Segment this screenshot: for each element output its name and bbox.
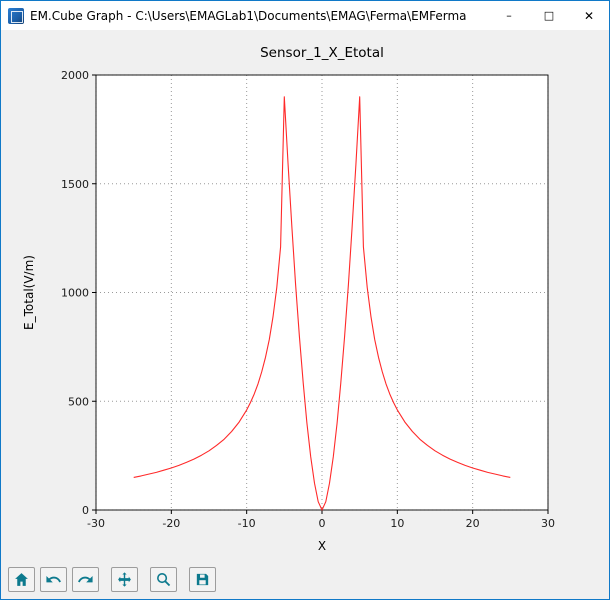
plot-toolbar <box>1 564 609 599</box>
chart-title: Sensor_1_X_Etotal <box>260 45 384 61</box>
tick-label-y: 0 <box>82 504 89 517</box>
home-icon <box>15 573 28 586</box>
x-axis-label: X <box>318 539 326 553</box>
plot-canvas[interactable]: -30 -20 -10 0 10 20 30 0 500 1000 1500 2000 Sensor_1… <box>1 30 609 564</box>
pan-move-icon <box>118 572 131 587</box>
figure-area: -30 -20 -10 0 10 20 30 0 500 1000 1500 2000 Sensor_1… <box>1 30 609 599</box>
save-button[interactable] <box>189 567 216 592</box>
forward-button[interactable] <box>72 567 99 592</box>
window-title: EM.Cube Graph - C:\Users\EMAGLab1\Docume… <box>30 8 467 23</box>
tick-label-x: 10 <box>390 517 404 530</box>
tick-label-x: 20 <box>466 517 480 530</box>
back-arrow-icon <box>46 575 61 583</box>
magnifier-icon <box>157 573 171 587</box>
zoom-button[interactable] <box>150 567 177 592</box>
y-axis-label: E_Total(V/m) <box>22 255 36 330</box>
forward-arrow-icon <box>78 575 93 583</box>
close-button[interactable]: ✕ <box>569 1 609 30</box>
tick-label-x: -10 <box>238 517 256 530</box>
tick-label-x: -30 <box>87 517 105 530</box>
back-button[interactable] <box>40 567 67 592</box>
tick-label-y: 1500 <box>61 178 89 191</box>
window-controls: – □ ✕ <box>489 1 609 30</box>
tick-label-x: 0 <box>319 517 326 530</box>
floppy-disk-icon <box>196 573 209 586</box>
app-icon <box>8 7 24 24</box>
tick-label-y: 500 <box>68 395 89 408</box>
tick-label-y: 2000 <box>61 69 89 82</box>
minimize-button[interactable]: – <box>489 1 529 30</box>
maximize-button[interactable]: □ <box>529 1 569 30</box>
tick-label-x: 30 <box>541 517 555 530</box>
tick-label-y: 1000 <box>61 287 89 300</box>
home-button[interactable] <box>8 567 35 592</box>
title-bar: EM.Cube Graph - C:\Users\EMAGLab1\Docume… <box>1 1 609 30</box>
tick-label-x: -20 <box>162 517 180 530</box>
app-window: EM.Cube Graph - C:\Users\EMAGLab1\Docume… <box>0 0 610 600</box>
pan-button[interactable] <box>111 567 138 592</box>
